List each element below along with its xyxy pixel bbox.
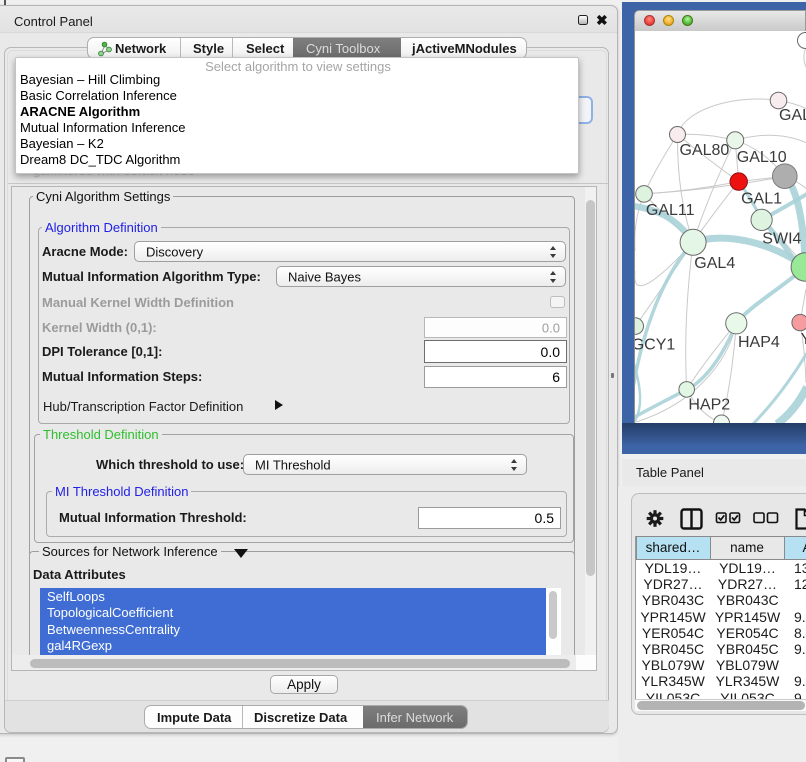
svg-text:GAL: GAL bbox=[779, 107, 806, 124]
svg-text:HAP2: HAP2 bbox=[688, 396, 730, 413]
svg-text:GAL10: GAL10 bbox=[737, 149, 787, 166]
svg-text:GCY1: GCY1 bbox=[635, 337, 675, 354]
svg-text:GAL80: GAL80 bbox=[680, 142, 730, 159]
svg-text:GAL11: GAL11 bbox=[646, 202, 695, 219]
svg-text:HAP4: HAP4 bbox=[738, 334, 780, 351]
svg-text:SWI4: SWI4 bbox=[762, 231, 801, 248]
svg-text:Y: Y bbox=[801, 331, 806, 348]
svg-text:GAL1: GAL1 bbox=[741, 190, 782, 207]
svg-text:GAL4: GAL4 bbox=[694, 255, 735, 272]
